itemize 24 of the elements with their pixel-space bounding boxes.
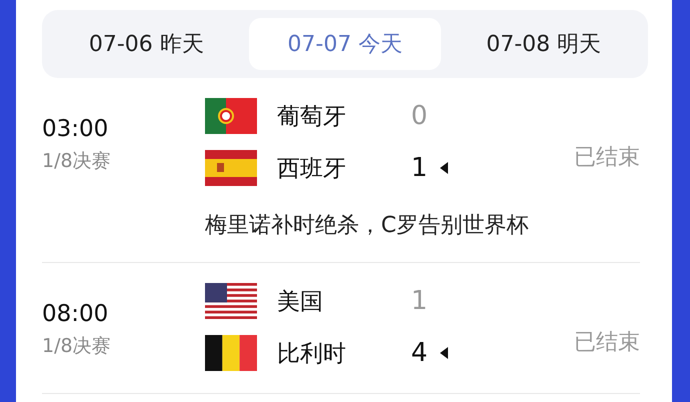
team-score: 1 xyxy=(411,286,428,316)
flag-icon xyxy=(205,98,257,134)
team-score: 4 xyxy=(411,338,428,368)
team-score: 1 xyxy=(411,153,428,183)
winner-arrow-icon xyxy=(440,347,448,359)
match-status: 已结束 xyxy=(574,144,640,172)
match-round: 1/8决赛 xyxy=(42,149,112,174)
match-time: 03:00 xyxy=(42,116,110,142)
team-name: 葡萄牙 xyxy=(277,102,347,132)
team-name: 比利时 xyxy=(277,340,347,368)
team-name: 西班牙 xyxy=(277,154,347,184)
date-tab[interactable]: 07-07 今天 xyxy=(248,18,442,70)
flag-icon xyxy=(205,150,257,186)
flag-icon xyxy=(205,335,257,371)
flag-icon xyxy=(205,283,257,319)
match-status: 已结束 xyxy=(574,329,640,357)
date-tab[interactable]: 07-06 昨天 xyxy=(50,18,243,70)
date-tab[interactable]: 07-08 明天 xyxy=(447,18,640,70)
match-time: 08:00 xyxy=(42,301,110,327)
winner-arrow-icon xyxy=(440,162,448,174)
match-round: 1/8决赛 xyxy=(42,334,112,359)
team-name: 美国 xyxy=(277,288,324,316)
match-headline: 梅里诺补时绝杀，C罗告别世界杯 xyxy=(205,212,530,240)
team-score: 0 xyxy=(411,101,428,131)
